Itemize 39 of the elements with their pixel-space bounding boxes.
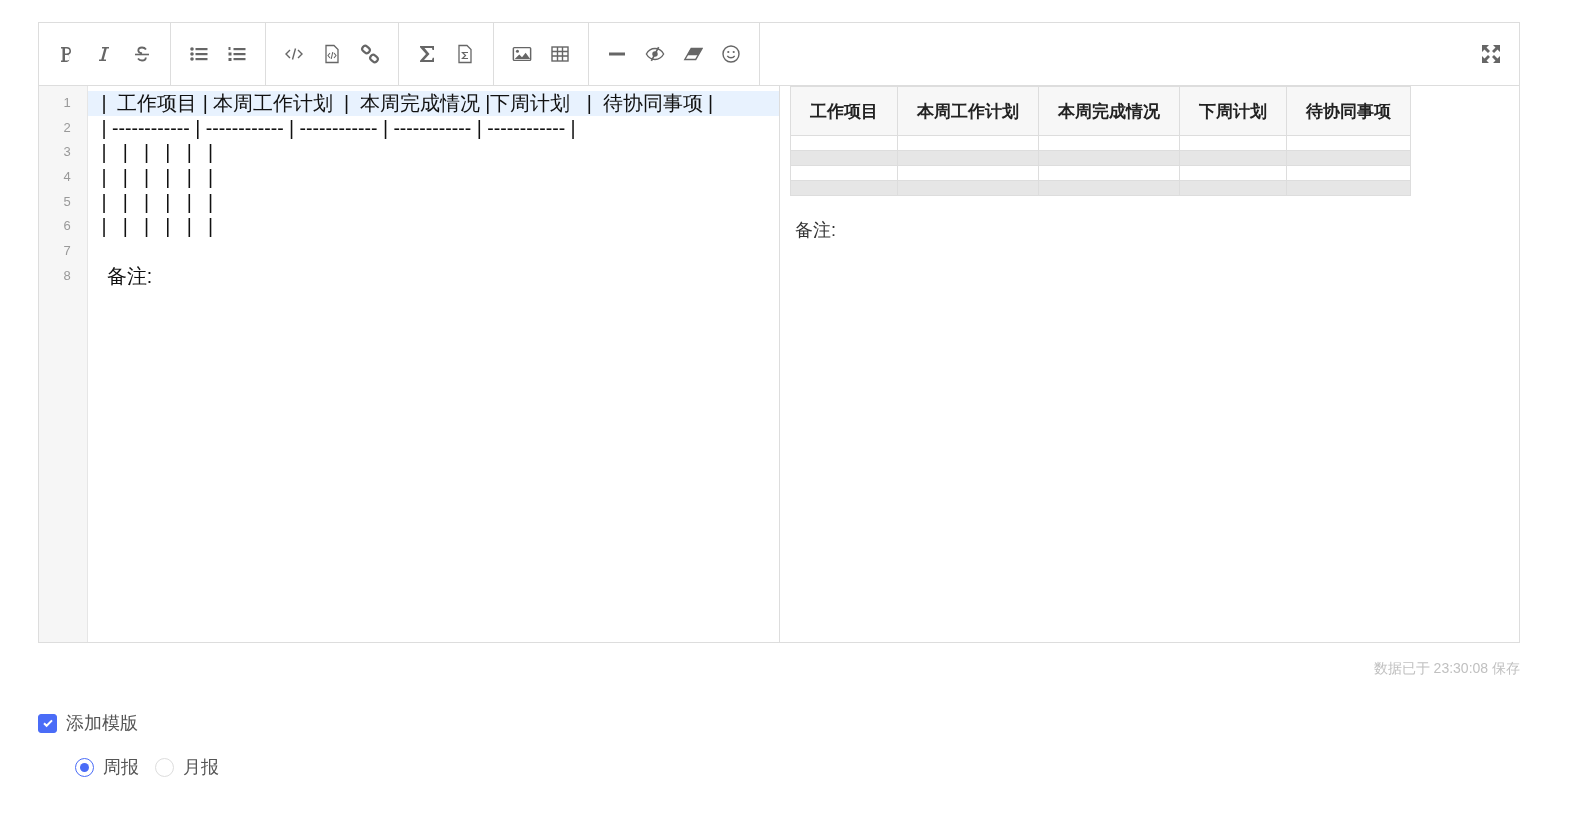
code-line: | | | | | |	[100, 189, 215, 215]
checkbox[interactable]	[38, 713, 57, 733]
table-header-cell: 本周完成情况	[1038, 86, 1180, 136]
code-line: | | | | | |	[100, 214, 215, 240]
image-icon[interactable]	[512, 44, 532, 64]
strikethrough-icon[interactable]	[132, 44, 152, 64]
table-header-cell: 待协同事项	[1286, 86, 1411, 136]
save-status: 数据已于 23:30:08 保存	[1373, 660, 1520, 676]
code-line: | ------------ | ------------ | ------------ | ------------ | ------------ |	[100, 115, 577, 141]
link-icon[interactable]	[360, 44, 380, 64]
numbered-list-icon[interactable]	[227, 44, 247, 64]
checkmark-icon	[41, 717, 54, 729]
eye-slash-icon[interactable]	[645, 44, 665, 64]
table-header-cell: 下周计划	[1179, 86, 1287, 136]
bullet-list-icon[interactable]	[189, 44, 209, 64]
line-number: 1	[62, 94, 72, 112]
table-header-cell: 工作项目	[790, 86, 898, 136]
fullscreen-icon[interactable]	[1481, 44, 1501, 64]
line-number: 4	[62, 168, 72, 187]
formula-file-icon[interactable]	[455, 44, 475, 64]
radio-label: 月报	[183, 756, 219, 779]
line-number: 7	[62, 242, 72, 261]
line-number: 3	[62, 143, 72, 162]
code-line: | | | | | |	[100, 140, 215, 166]
checkbox-label: 添加模版	[66, 712, 138, 735]
code-line: | | | | | |	[100, 165, 215, 190]
code-line: 备注:	[105, 263, 154, 289]
table-icon[interactable]	[550, 44, 570, 64]
code-file-icon[interactable]	[322, 44, 342, 64]
line-number: 8	[62, 266, 72, 285]
line-number: 6	[62, 217, 72, 236]
radio-button[interactable]	[75, 757, 94, 777]
radio-label: 周报	[103, 756, 139, 779]
table-header-cell: 本周工作计划	[897, 86, 1039, 136]
note-text: 备注:	[795, 219, 837, 242]
line-number: 2	[62, 118, 72, 137]
line-number: 5	[62, 192, 72, 211]
sigma-icon[interactable]	[417, 44, 437, 64]
smiley-icon[interactable]	[721, 44, 741, 64]
